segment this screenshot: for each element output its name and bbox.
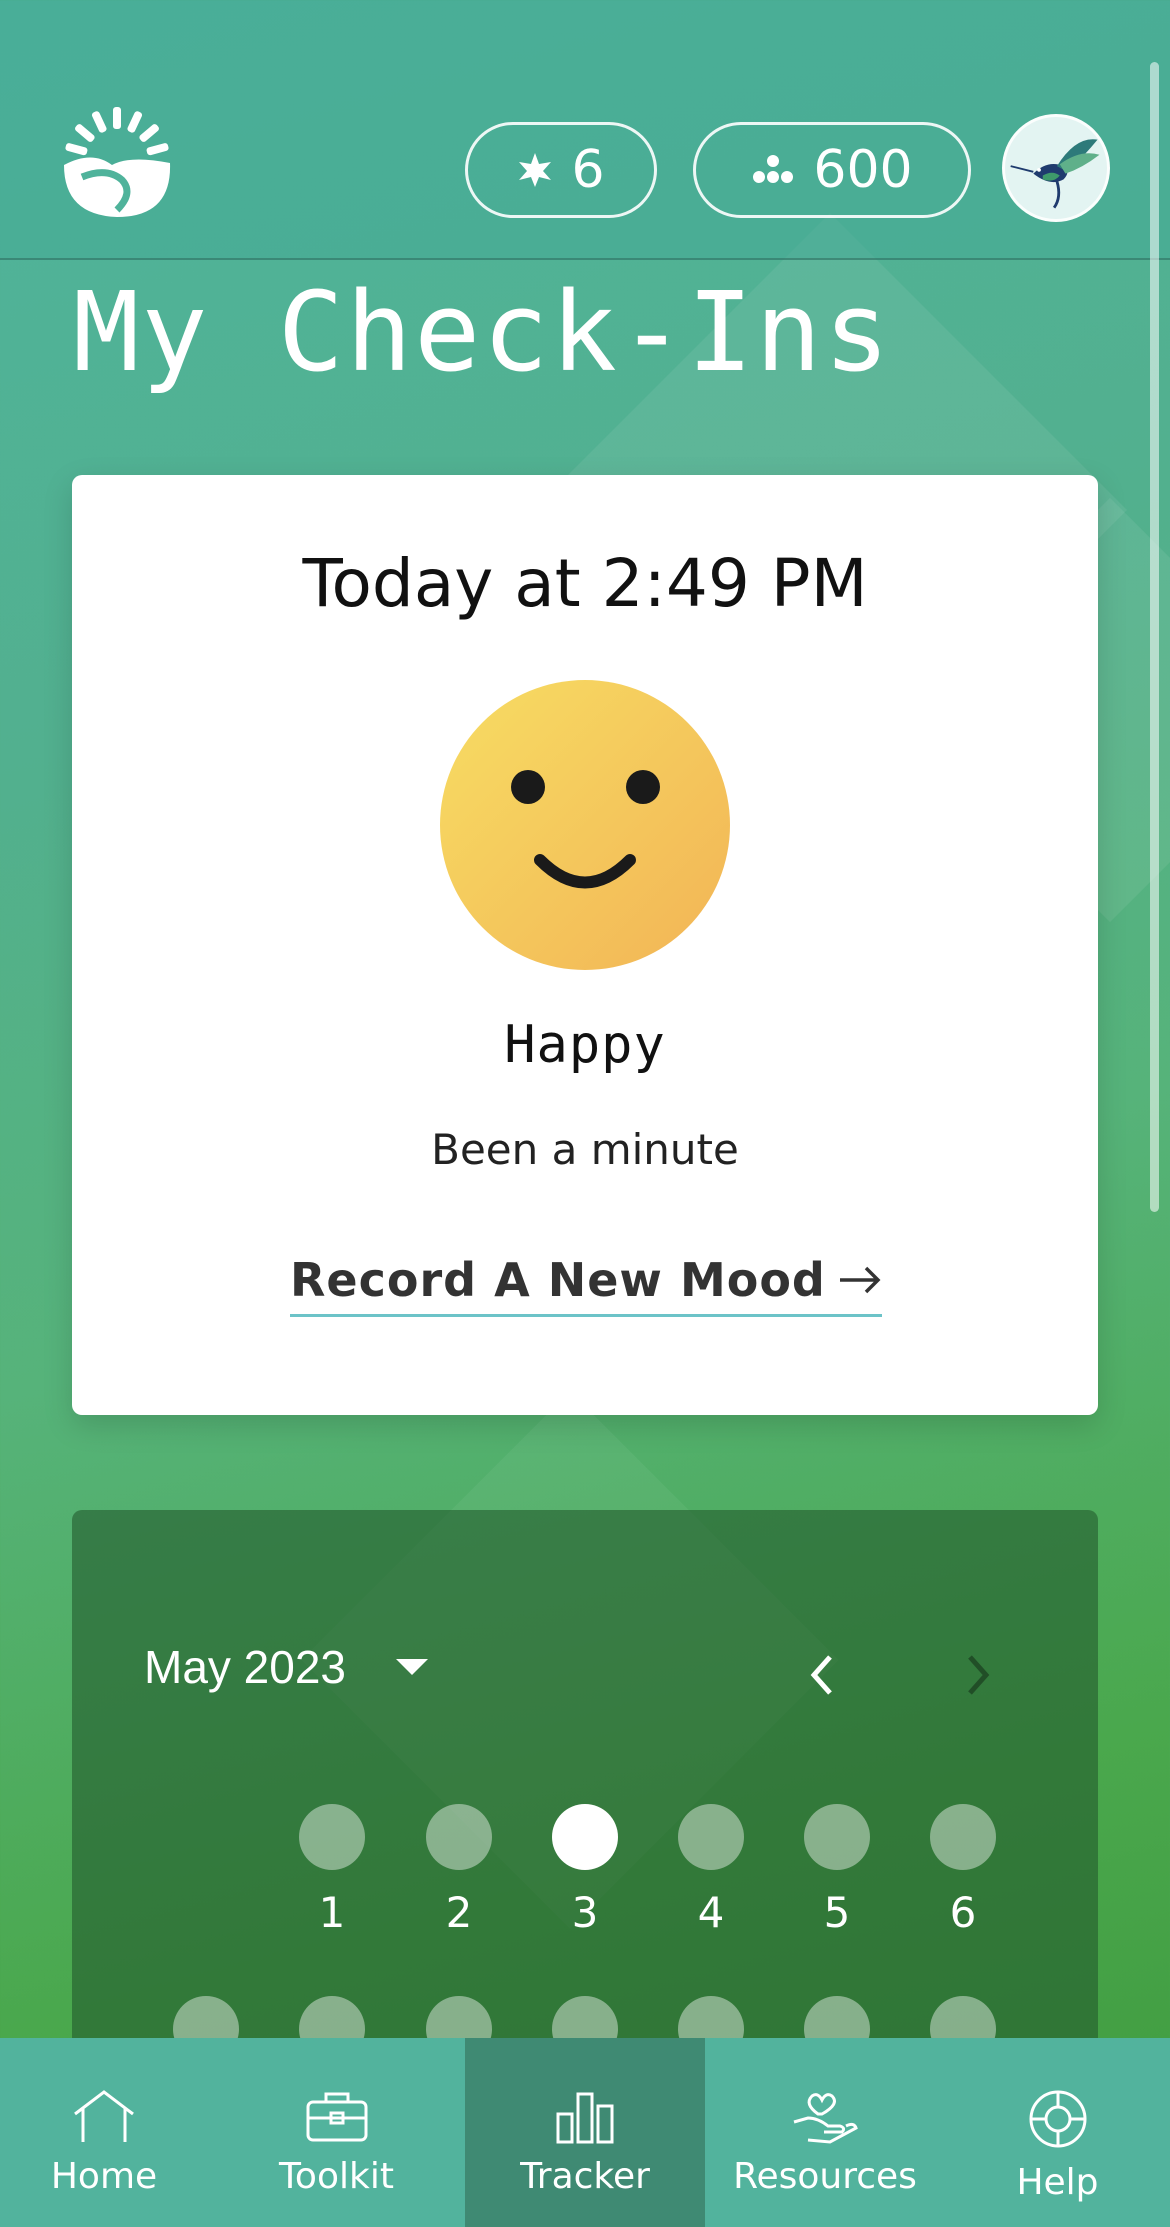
points-count: 600 xyxy=(813,140,913,200)
nav-resources[interactable]: Resources xyxy=(705,2038,945,2227)
mood-calendar: May 2023 1 2 3 4 5 6 xyxy=(72,1510,1098,2110)
scrollbar[interactable] xyxy=(1150,62,1159,1212)
day-number: 5 xyxy=(823,1888,851,1937)
day-number: 4 xyxy=(697,1888,725,1937)
mood-note: Been a minute xyxy=(431,1125,739,1174)
nav-label: Help xyxy=(1016,2162,1099,2203)
month-label: May 2023 xyxy=(144,1641,347,1693)
caret-down-icon xyxy=(396,1659,429,1675)
calendar-day[interactable]: 5 xyxy=(804,1804,870,1937)
month-dropdown[interactable]: May 2023 xyxy=(144,1640,429,1694)
day-mood-dot xyxy=(678,1804,744,1870)
arrow-right-icon xyxy=(840,1266,881,1293)
chevron-left-icon[interactable] xyxy=(802,1645,842,1705)
nav-help[interactable]: Help xyxy=(945,2038,1170,2227)
toolkit-icon xyxy=(306,2092,367,2142)
points-counter-button[interactable]: 600 xyxy=(693,122,971,218)
day-number: 6 xyxy=(949,1888,977,1937)
latest-checkin-card: Today at 2:49 PM Happy Been a minute Rec… xyxy=(72,475,1098,1415)
hummingbird-avatar-icon xyxy=(1010,139,1100,209)
nav-label: Resources xyxy=(733,2156,917,2197)
calendar-day[interactable]: 2 xyxy=(426,1804,492,1937)
day-mood-dot xyxy=(426,1804,492,1870)
profile-avatar[interactable] xyxy=(1002,114,1110,222)
mood-label: Happy xyxy=(504,1015,666,1075)
nav-toolkit[interactable]: Toolkit xyxy=(208,2038,465,2227)
calendar-day[interactable]: 6 xyxy=(930,1804,996,1937)
day-mood-dot xyxy=(804,1804,870,1870)
home-icon xyxy=(74,2090,134,2142)
record-new-mood-label: Record A New Mood xyxy=(290,1252,826,1307)
day-number: 1 xyxy=(318,1888,346,1937)
calendar-day[interactable]: 4 xyxy=(678,1804,744,1937)
app-logo-icon[interactable] xyxy=(62,105,172,220)
day-number: 3 xyxy=(571,1888,599,1937)
nav-label: Toolkit xyxy=(279,2156,394,2197)
tracker-icon xyxy=(556,2092,614,2144)
stars-count: 6 xyxy=(571,140,605,200)
record-new-mood-link[interactable]: Record A New Mood xyxy=(290,1245,882,1317)
nav-label: Tracker xyxy=(520,2156,650,2197)
checkin-time: Today at 2:49 PM xyxy=(302,545,868,622)
help-icon xyxy=(1029,2090,1086,2148)
stars-counter-button[interactable]: 6 xyxy=(465,122,657,218)
points-dots-icon xyxy=(753,155,794,183)
bottom-nav: Home Toolkit Tracker Resources Help xyxy=(0,2038,1170,2227)
page-title: My Check-Ins xyxy=(73,268,892,396)
day-mood-dot-selected xyxy=(552,1804,618,1870)
calendar-day[interactable]: 1 xyxy=(299,1804,365,1937)
chevron-right-icon[interactable] xyxy=(958,1645,998,1705)
resources-icon xyxy=(793,2093,858,2144)
day-mood-dot xyxy=(299,1804,365,1870)
day-mood-dot xyxy=(930,1804,996,1870)
app-header: 6 600 xyxy=(0,0,1170,260)
nav-label: Home xyxy=(50,2156,158,2197)
calendar-day[interactable]: 3 xyxy=(552,1804,618,1937)
star-badge-icon xyxy=(519,153,552,187)
day-number: 2 xyxy=(445,1888,473,1937)
nav-tracker[interactable]: Tracker xyxy=(465,2038,705,2227)
nav-home[interactable]: Home xyxy=(0,2038,208,2227)
happy-face-icon xyxy=(440,680,730,970)
